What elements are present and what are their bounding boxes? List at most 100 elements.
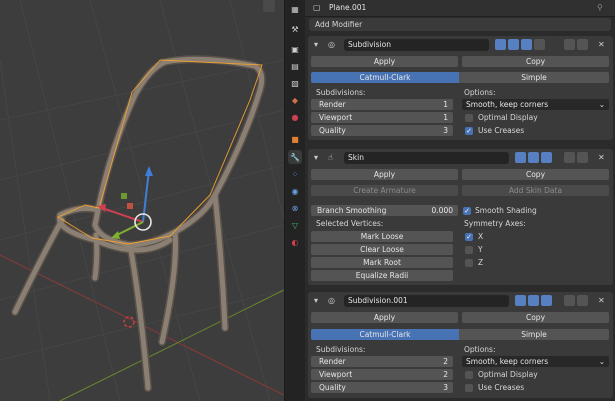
simple-toggle[interactable]: Simple xyxy=(459,329,609,340)
modifier-header: ▾ ◎ Subdivision ✕ xyxy=(308,36,613,54)
move-up-icon[interactable] xyxy=(564,295,575,306)
gizmo-z-arrow-icon xyxy=(145,166,153,176)
axis-y-label: Y xyxy=(478,245,483,254)
modifier-panel-skin: ▾ ☝ Skin ✕ Apply Copy Create Armature Ad… xyxy=(308,149,613,285)
viewport-levels-field[interactable]: Viewport 2 xyxy=(311,369,453,380)
apply-button[interactable]: Apply xyxy=(311,56,458,67)
uv-smooth-dropdown[interactable]: Smooth, keep corners ⌄ xyxy=(462,99,609,110)
axis-x-checkbox[interactable]: ✓ xyxy=(465,233,473,241)
show-editmode-icon[interactable] xyxy=(521,39,532,50)
axis-z-label: Z xyxy=(478,258,484,267)
show-render-icon[interactable] xyxy=(515,152,526,163)
uv-smooth-dropdown[interactable]: Smooth, keep corners ⌄ xyxy=(462,356,609,367)
gizmo-plane-handle xyxy=(127,203,133,209)
simple-toggle[interactable]: Simple xyxy=(459,72,609,83)
smooth-shading-checkbox[interactable]: ✓ xyxy=(463,207,471,215)
options-label: Options: xyxy=(464,345,496,354)
add-skin-data-button[interactable]: Add Skin Data xyxy=(462,185,609,196)
move-down-icon[interactable] xyxy=(577,39,588,50)
object-icon: ▢ xyxy=(313,3,321,12)
render-levels-field[interactable]: Render 2 xyxy=(311,356,453,367)
render-levels-field[interactable]: Render 1 xyxy=(311,99,453,110)
show-viewport-icon[interactable] xyxy=(508,39,519,50)
gizmo-x-axis xyxy=(101,207,144,223)
show-render-icon[interactable] xyxy=(515,295,526,306)
apply-button[interactable]: Apply xyxy=(311,169,458,180)
viewport-value: 2 xyxy=(443,370,448,379)
viewport-label: Viewport xyxy=(319,113,353,122)
quality-field[interactable]: Quality 3 xyxy=(311,125,453,136)
properties-header: ▢ Plane.001 ⚲ xyxy=(305,0,615,17)
axis-z-checkbox[interactable] xyxy=(465,259,473,267)
show-viewport-icon[interactable] xyxy=(528,295,539,306)
move-up-icon[interactable] xyxy=(564,39,575,50)
uv-smooth-value: Smooth, keep corners xyxy=(466,357,549,366)
viewport-scene[interactable] xyxy=(0,0,284,401)
quality-field[interactable]: Quality 3 xyxy=(311,382,453,393)
modifier-name-field[interactable]: Subdivision.001 xyxy=(344,295,509,307)
viewport-overlay-icon[interactable] xyxy=(263,0,275,12)
show-render-icon[interactable] xyxy=(495,39,506,50)
render-icon[interactable]: ▣ xyxy=(288,42,302,56)
data-icon[interactable]: ▽ xyxy=(288,218,302,232)
scene-icon[interactable]: ◆ xyxy=(288,93,302,107)
on-cage-icon[interactable] xyxy=(534,39,545,50)
close-icon[interactable]: ✕ xyxy=(598,295,605,306)
uv-smooth-value: Smooth, keep corners xyxy=(466,100,549,109)
mark-loose-button[interactable]: Mark Loose xyxy=(311,231,453,242)
collapse-arrow-icon[interactable]: ▾ xyxy=(314,152,318,163)
add-modifier-dropdown[interactable]: Add Modifier xyxy=(309,18,611,31)
tool-icon[interactable]: ⚒ xyxy=(288,22,302,36)
material-icon[interactable]: ◐ xyxy=(288,235,302,249)
render-value: 2 xyxy=(443,357,448,366)
collapse-arrow-icon[interactable]: ▾ xyxy=(314,295,318,306)
apply-button[interactable]: Apply xyxy=(311,312,458,323)
use-creases-checkbox[interactable]: ✓ xyxy=(465,127,473,135)
create-armature-button[interactable]: Create Armature xyxy=(311,185,458,196)
modifier-header: ▾ ◎ Subdivision.001 ✕ xyxy=(308,292,613,310)
modifier-header: ▾ ☝ Skin ✕ xyxy=(308,149,613,167)
equalize-radii-button[interactable]: Equalize Radii xyxy=(311,270,453,281)
properties-editor: ▢ Plane.001 ⚲ Add Modifier ▾ ◎ Subdivisi… xyxy=(305,0,615,401)
output-icon[interactable]: ▤ xyxy=(288,59,302,73)
move-down-icon[interactable] xyxy=(577,152,588,163)
3d-viewport[interactable] xyxy=(0,0,284,401)
use-creases-checkbox[interactable] xyxy=(465,384,473,392)
optimal-display-checkbox[interactable] xyxy=(465,114,473,122)
modifier-name-field[interactable]: Subdivision xyxy=(344,39,489,51)
world-icon[interactable]: ● xyxy=(288,110,302,124)
physics-icon[interactable]: ◉ xyxy=(288,184,302,198)
quality-label: Quality xyxy=(319,126,346,135)
branch-smoothing-label: Branch Smoothing xyxy=(317,206,387,215)
viewport-levels-field[interactable]: Viewport 1 xyxy=(311,112,453,123)
optimal-display-checkbox[interactable] xyxy=(465,371,473,379)
move-down-icon[interactable] xyxy=(577,295,588,306)
show-editmode-icon[interactable] xyxy=(541,295,552,306)
copy-button[interactable]: Copy xyxy=(462,56,609,67)
quality-value: 3 xyxy=(443,383,448,392)
branch-smoothing-field[interactable]: Branch Smoothing 0.000 xyxy=(311,205,458,216)
mark-root-button[interactable]: Mark Root xyxy=(311,257,453,268)
pin-icon[interactable]: ⚲ xyxy=(597,2,603,13)
particles-icon[interactable]: ⁘ xyxy=(288,167,302,181)
modifier-icon[interactable]: 🔧 xyxy=(288,150,302,164)
copy-button[interactable]: Copy xyxy=(462,312,609,323)
catmull-clark-toggle[interactable]: Catmull-Clark xyxy=(311,329,459,340)
object-props-icon[interactable]: ■ xyxy=(288,132,302,146)
close-icon[interactable]: ✕ xyxy=(598,39,605,50)
view-layer-icon[interactable]: ▧ xyxy=(288,76,302,90)
axis-y-checkbox[interactable] xyxy=(465,246,473,254)
subdivisions-label: Subdivisions: xyxy=(316,345,366,354)
show-editmode-icon[interactable] xyxy=(541,152,552,163)
copy-button[interactable]: Copy xyxy=(462,169,609,180)
constraints-icon[interactable]: ⊗ xyxy=(288,201,302,215)
render-value: 1 xyxy=(443,100,448,109)
clear-loose-button[interactable]: Clear Loose xyxy=(311,244,453,255)
collapse-arrow-icon[interactable]: ▾ xyxy=(314,39,318,50)
catmull-clark-toggle[interactable]: Catmull-Clark xyxy=(311,72,459,83)
editor-type-icon[interactable]: ▦ xyxy=(288,2,302,16)
close-icon[interactable]: ✕ xyxy=(598,152,605,163)
move-up-icon[interactable] xyxy=(564,152,575,163)
modifier-name-field[interactable]: Skin xyxy=(344,152,509,164)
show-viewport-icon[interactable] xyxy=(528,152,539,163)
